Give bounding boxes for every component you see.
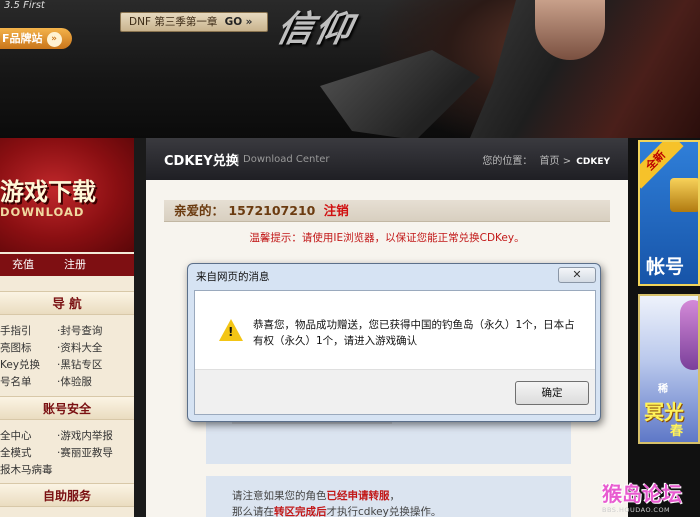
register-link[interactable]: 注册 (64, 254, 86, 276)
dialog-close-button[interactable]: ✕ (558, 267, 596, 283)
treasure-chest-icon (670, 178, 698, 212)
security-item-virus[interactable]: 报木马病毒 (0, 462, 53, 477)
nav-item-ban-query[interactable]: ·封号查询 (57, 323, 102, 338)
title-separator: | (236, 152, 240, 165)
breadcrumb: 您的位置： 首页 > CDKEY (482, 152, 610, 167)
security-item-tutorial[interactable]: ·赛丽亚教导 (57, 445, 113, 460)
breadcrumb-arrow: > (562, 156, 572, 167)
panel-header: CDKEY兑换 | Download Center 您的位置： 首页 > CDK… (146, 138, 628, 180)
site-logo[interactable]: 3.5 First (4, 0, 45, 11)
security-heading: 账号安全 (0, 396, 134, 420)
brand-label: F品牌站 (2, 32, 43, 45)
transfer-notice-line1: 请注意如果您的角色已经申请转服， (232, 490, 400, 502)
brand-site-button[interactable]: F品牌站» (0, 28, 72, 49)
download-subtitle: DOWNLOAD (0, 205, 85, 219)
dialog-title: 来自网页的消息 (196, 271, 270, 283)
right-sidebar: 全新 帐号 稀 冥光 春 (628, 138, 700, 517)
dialog-titlebar[interactable]: 来自网页的消息 ✕ (188, 264, 600, 288)
security-item-report[interactable]: ·游戏内举报 (57, 428, 113, 443)
dialog-message-area: ! 恭喜您，物品成功赠送，您已获得中国的钓鱼岛（永久）1个，日本占有权（永久）1… (195, 291, 595, 369)
download-banner[interactable]: 游戏下载 DOWNLOAD (0, 138, 134, 252)
breadcrumb-label: 您的位置： (482, 156, 533, 167)
dialog-button-area: 确定 (195, 369, 595, 414)
user-id: 1572107210 (228, 203, 316, 218)
nav-item-cdkey[interactable]: Key兑换 (0, 357, 40, 372)
promo1-text: 帐号 (646, 256, 685, 278)
dialog-content: ! 恭喜您，物品成功赠送，您已获得中国的钓鱼岛（永久）1个，日本占有权（永久）1… (194, 290, 596, 415)
banner-title-art: 信仰 (272, 8, 358, 50)
go-label: GO (224, 16, 243, 28)
logout-link[interactable]: 注销 (324, 203, 349, 218)
promo-character-art (680, 300, 698, 370)
service-heading: 自助服务 (0, 483, 134, 507)
download-title: 游戏下载 (0, 177, 96, 206)
double-chevron-icon: » (245, 16, 253, 28)
browser-tip: 温馨提示：请使用IE浏览器，以保证您能正常兑换CDKey。 (249, 232, 525, 244)
page-title: CDKEY兑换 (164, 154, 239, 169)
left-sidebar: 游戏下载 DOWNLOAD 充值 注册 导 航 手指引 ·封号查询 亮图标 ·资… (0, 138, 134, 517)
nav-item-guide[interactable]: 手指引 (0, 323, 32, 338)
transfer-notice-line2: 那么请在转区完成后才执行cdkey兑换操作。 (232, 506, 442, 517)
account-links: 充值 注册 (0, 254, 134, 276)
nav-item-test-server[interactable]: ·体验服 (57, 374, 92, 389)
watermark-logo: 猴岛论坛 (602, 482, 682, 506)
nav-item-database[interactable]: ·资料大全 (57, 340, 102, 355)
security-item-center[interactable]: 全中心 (0, 428, 32, 443)
promo2-text-sub: 春 (670, 424, 684, 439)
event-promo-banner[interactable]: 稀 冥光 春 (638, 294, 700, 444)
nav-item-list[interactable]: 号名单 (0, 374, 32, 389)
security-item-mode[interactable]: 全模式 (0, 445, 32, 460)
user-greeting-bar: 亲爱的： 1572107210 注销 (164, 200, 610, 222)
season-label: DNF 第三季第一章 (129, 16, 218, 28)
nav-item-black-diamond[interactable]: ·黑钻专区 (57, 357, 102, 372)
top-banner: 信仰 3.5 First DNF 第三季第一章 GO » F品牌站» (0, 0, 700, 138)
page-subtitle: Download Center (243, 154, 330, 165)
nav-heading: 导 航 (0, 291, 134, 315)
ok-button[interactable]: 确定 (515, 381, 589, 405)
alert-dialog: 来自网页的消息 ✕ ! 恭喜您，物品成功赠送，您已获得中国的钓鱼岛（永久）1个，… (187, 263, 601, 422)
breadcrumb-current: CDKEY (576, 157, 610, 167)
promo2-text-small: 稀 (658, 384, 668, 395)
nav-item-icon[interactable]: 亮图标 (0, 340, 32, 355)
account-promo-banner[interactable]: 全新 帐号 (638, 140, 700, 286)
transfer-notice-box: 请注意如果您的角色已经申请转服， 那么请在转区完成后才执行cdkey兑换操作。 (206, 476, 571, 517)
greeting-label: 亲爱的： (174, 203, 225, 218)
season-go-button[interactable]: DNF 第三季第一章 GO » (120, 12, 268, 32)
chevron-right-icon: » (46, 32, 62, 47)
watermark-url: BBS.HOUDAO.COM (602, 506, 671, 514)
dialog-message: 恭喜您，物品成功赠送，您已获得中国的钓鱼岛（永久）1个，日本占有权（永久）1个，… (253, 319, 575, 347)
recharge-link[interactable]: 充值 (12, 254, 34, 276)
warning-icon-mark: ! (228, 325, 234, 339)
breadcrumb-home-link[interactable]: 首页 (540, 156, 560, 167)
